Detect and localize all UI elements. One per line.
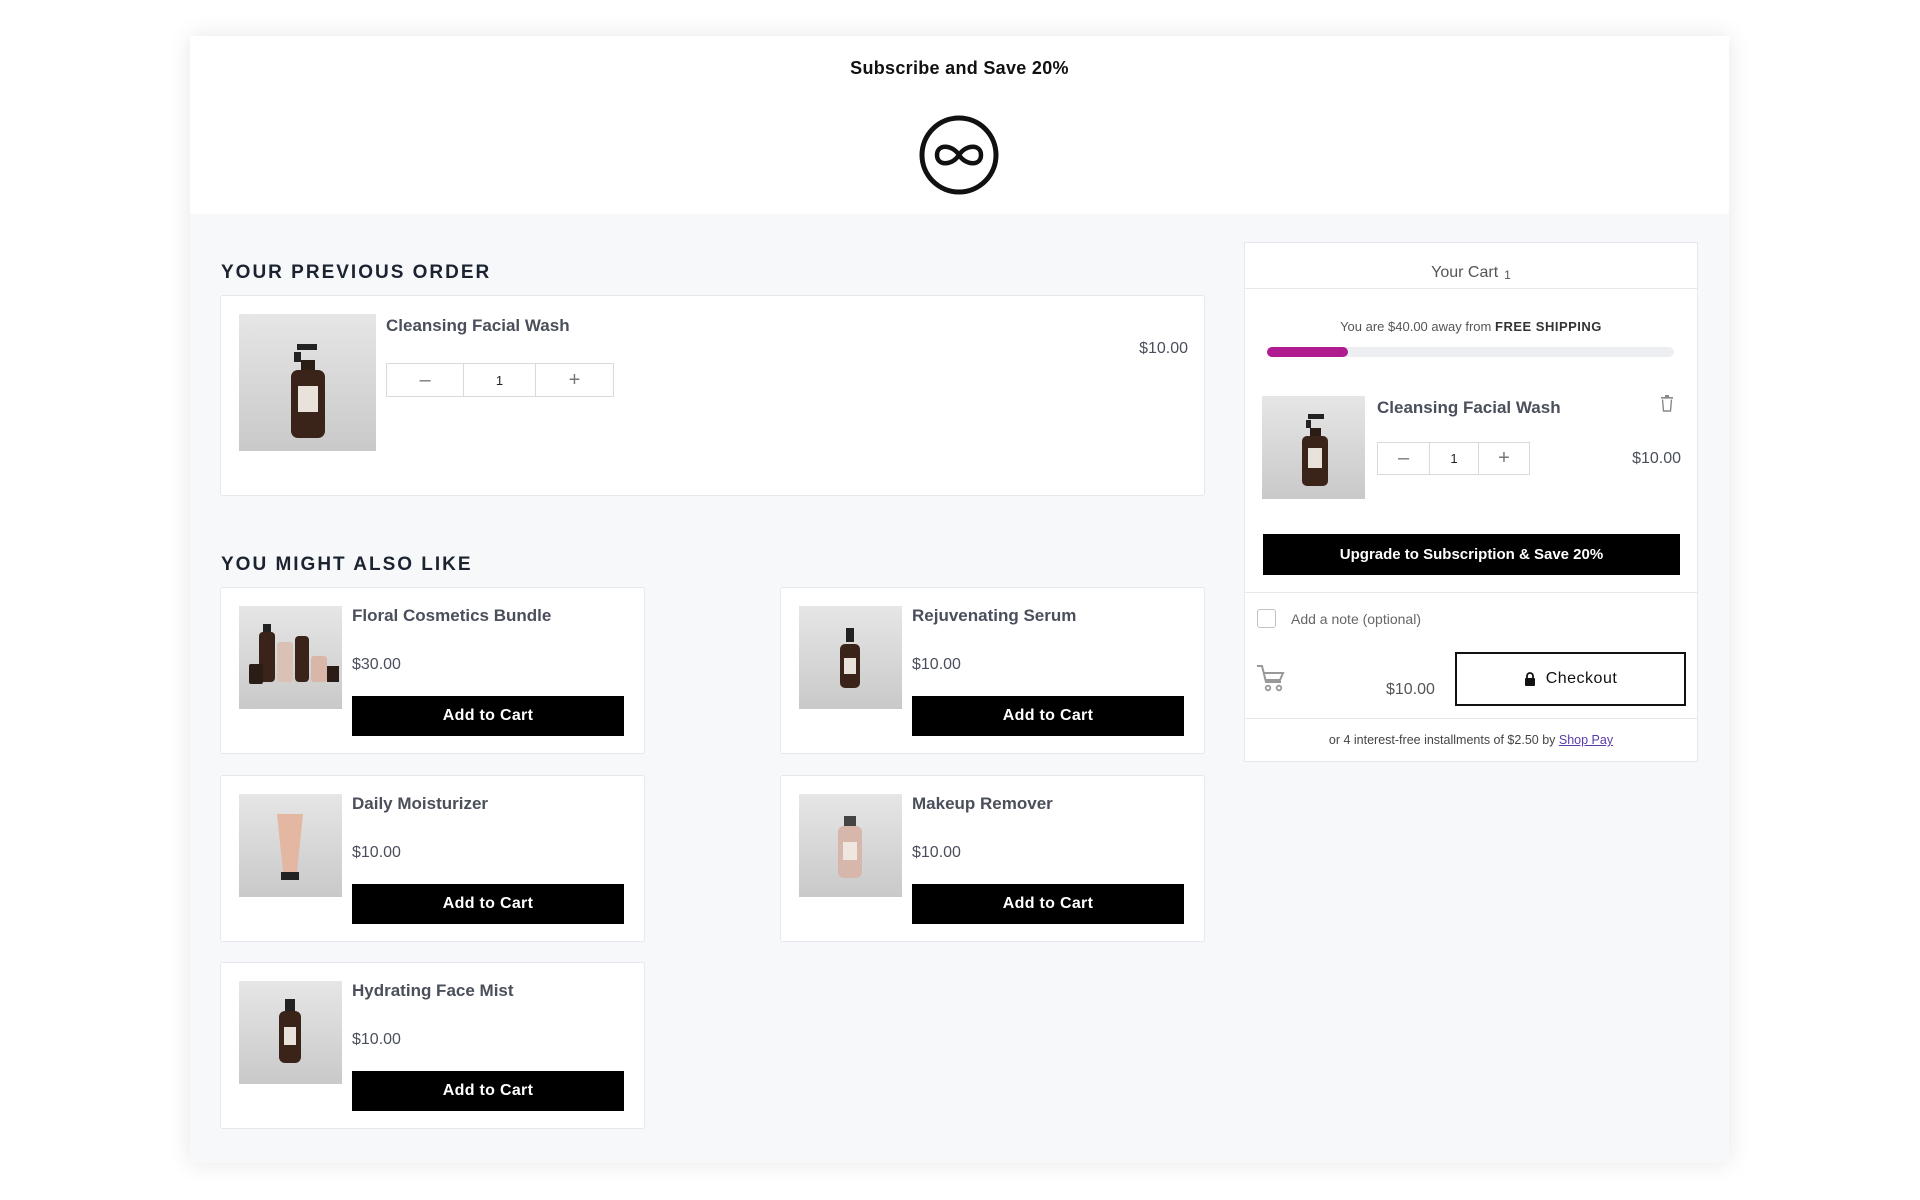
divider	[1245, 592, 1697, 593]
add-to-cart-button[interactable]: Add to Cart	[912, 696, 1184, 736]
product-name: Daily Moisturizer	[352, 794, 489, 813]
cart-count: 1	[1504, 268, 1511, 282]
recommendation-card: Rejuvenating Serum $10.00 Add to Cart	[780, 587, 1205, 754]
add-to-cart-button[interactable]: Add to Cart	[912, 884, 1184, 924]
cart-icon	[1257, 665, 1285, 692]
product-image	[239, 981, 342, 1084]
shop-pay-link[interactable]: Shop Pay	[1559, 733, 1613, 747]
trash-icon[interactable]	[1659, 395, 1675, 412]
lock-icon	[1524, 672, 1535, 686]
add-to-cart-button[interactable]: Add to Cart	[352, 1071, 624, 1111]
previous-order-card: Cleansing Facial Wash – 1 + $10.00	[220, 295, 1205, 496]
add-to-cart-button[interactable]: Add to Cart	[352, 884, 624, 924]
cart-title: Your Cart	[1431, 264, 1499, 281]
product-name: Cleansing Facial Wash	[386, 316, 570, 335]
add-to-cart-button[interactable]: Add to Cart	[352, 696, 624, 736]
quantity-value[interactable]: 1	[1429, 443, 1479, 474]
decrement-button[interactable]: –	[387, 364, 463, 396]
cart-subtotal: $10.00	[1386, 681, 1435, 698]
note-checkbox[interactable]	[1257, 609, 1276, 628]
quantity-stepper: – 1 +	[386, 363, 614, 397]
product-image	[239, 794, 342, 897]
increment-button[interactable]: +	[1479, 443, 1529, 474]
recommendation-card: Hydrating Face Mist $10.00 Add to Cart	[220, 962, 645, 1129]
product-image	[239, 606, 342, 709]
upgrade-subscription-button[interactable]: Upgrade to Subscription & Save 20%	[1263, 534, 1680, 575]
recommendation-card: Makeup Remover $10.00 Add to Cart	[780, 775, 1205, 942]
quantity-value[interactable]: 1	[463, 364, 536, 396]
product-image	[239, 314, 376, 451]
shipping-progress-bar	[1267, 347, 1674, 357]
previous-order-title: YOUR PREVIOUS ORDER	[221, 262, 492, 283]
installments-message: or 4 interest-free installments of $2.50…	[1328, 733, 1556, 747]
shipping-progress-fill	[1267, 347, 1349, 357]
decrement-button[interactable]: –	[1378, 443, 1429, 474]
recommendations-title: YOU MIGHT ALSO LIKE	[221, 554, 473, 575]
recommendation-card: Floral Cosmetics Bundle $30.00 Add to Ca…	[220, 587, 645, 754]
installments-text: or 4 interest-free installments of $2.50…	[1245, 733, 1697, 747]
product-price: $10.00	[912, 656, 961, 673]
product-price: $10.00	[912, 844, 961, 861]
checkout-button[interactable]: Checkout	[1455, 652, 1686, 706]
product-name: Hydrating Face Mist	[352, 981, 514, 1000]
cart-header: Your Cart 1	[1245, 243, 1697, 289]
checkout-widget: Subscribe and Save 20% YOUR PREVIOUS ORD…	[190, 36, 1729, 1163]
cart-item-image	[1262, 396, 1365, 499]
product-image	[799, 794, 902, 897]
divider	[1245, 718, 1697, 719]
recommendation-card: Daily Moisturizer $10.00 Add to Cart	[220, 775, 645, 942]
cart-item-price: $10.00	[1632, 450, 1681, 467]
shipping-target: FREE SHIPPING	[1495, 319, 1602, 334]
checkout-label: Checkout	[1545, 670, 1618, 687]
note-label: Add a note (optional)	[1291, 611, 1421, 627]
cart-quantity-stepper: – 1 +	[1377, 442, 1530, 475]
product-price: $10.00	[352, 1031, 401, 1048]
shipping-prefix: You are $40.00 away from	[1340, 319, 1492, 334]
infinity-circle-icon	[919, 115, 999, 195]
product-name: Makeup Remover	[912, 794, 1053, 813]
product-price: $30.00	[352, 656, 401, 673]
increment-button[interactable]: +	[536, 364, 613, 396]
shipping-message: You are $40.00 away from FREE SHIPPING	[1245, 319, 1697, 334]
cart-panel: Your Cart 1 You are $40.00 away from FREE…	[1244, 242, 1698, 762]
product-image	[799, 606, 902, 709]
cart-item-name: Cleansing Facial Wash	[1377, 398, 1561, 417]
product-price: $10.00	[1139, 340, 1188, 357]
product-name: Floral Cosmetics Bundle	[352, 606, 552, 625]
header: Subscribe and Save 20%	[190, 36, 1729, 214]
product-name: Rejuvenating Serum	[912, 606, 1077, 625]
product-price: $10.00	[352, 844, 401, 861]
header-title: Subscribe and Save 20%	[850, 58, 1069, 78]
